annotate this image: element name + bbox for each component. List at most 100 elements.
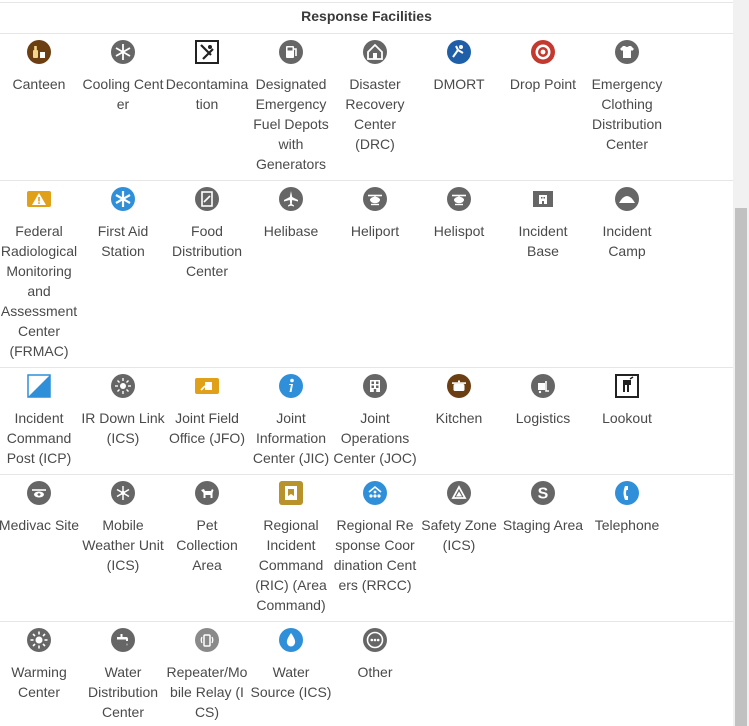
symbol-label: Disaster Recovery Center (DRC) <box>345 76 405 152</box>
symbol-first-aid[interactable]: First Aid Station <box>81 187 165 261</box>
svg-text:S: S <box>538 486 549 503</box>
symbol-label: Other <box>357 664 393 680</box>
symbol-repeater-relay[interactable]: Repeater/Mobile Relay (ICS) <box>165 628 249 722</box>
symbol-label: Canteen <box>12 76 66 92</box>
dmort-icon <box>447 40 471 64</box>
symbol-label: Helibase <box>263 223 319 239</box>
symbol-regional-incident-command[interactable]: Regional Incident Command (RIC) (Area Co… <box>249 481 333 615</box>
telephone-icon <box>615 481 639 505</box>
symbol-pet-collection[interactable]: Pet Collection Area <box>165 481 249 575</box>
lookout-icon <box>615 374 639 398</box>
symbol-label: Cooling Center <box>82 76 164 112</box>
response-facilities-panel: Response Facilities Canteen Cooling Cent… <box>0 0 733 726</box>
top-divider <box>0 2 733 3</box>
faucet-icon <box>111 628 135 652</box>
symbol-joc[interactable]: Joint Operations Center (JOC) <box>333 374 417 468</box>
symbol-label: Joint Field Office (JFO) <box>169 410 245 446</box>
warming-icon <box>27 628 51 652</box>
row-divider <box>0 621 733 622</box>
symbol-kitchen[interactable]: Kitchen <box>417 374 501 428</box>
symbol-logistics[interactable]: Logistics <box>501 374 585 428</box>
symbol-label: IR Down Link (ICS) <box>81 410 165 446</box>
symbol-label: Safety Zone (ICS) <box>421 517 497 553</box>
symbol-label: Warming Center <box>11 664 67 700</box>
symbol-label: Kitchen <box>435 410 483 426</box>
info-icon <box>279 374 303 398</box>
regional-command-icon <box>279 481 303 505</box>
symbol-dmort[interactable]: DMORT <box>417 40 501 94</box>
symbol-telephone[interactable]: Telephone <box>585 481 669 535</box>
title-divider <box>0 33 733 34</box>
symbol-incident-camp[interactable]: Incident Camp <box>585 187 669 261</box>
target-icon <box>531 40 555 64</box>
symbol-label: Emergency Clothing Distribution Center <box>591 76 663 152</box>
fuel-icon <box>279 40 303 64</box>
symbol-heliport[interactable]: Heliport <box>333 187 417 241</box>
warning-icon <box>27 187 51 211</box>
symbol-label: Heliport <box>350 223 400 239</box>
symbol-label: Federal Radiological Monitoring and Asse… <box>0 223 78 359</box>
helicopter-icon <box>363 187 387 211</box>
symbol-label: First Aid Station <box>97 223 149 259</box>
symbol-water-source[interactable]: Water Source (ICS) <box>249 628 333 702</box>
symbol-other[interactable]: Other <box>333 628 417 682</box>
house-icon <box>363 40 387 64</box>
snowflake-icon <box>111 40 135 64</box>
symbol-water-distribution[interactable]: Water Distribution Center <box>81 628 165 722</box>
symbol-incident-base[interactable]: Incident Base <box>501 187 585 261</box>
symbol-icp[interactable]: Incident Command Post (ICP) <box>0 374 81 468</box>
symbol-medivac-site[interactable]: Medivac Site <box>0 481 81 535</box>
grid-icon <box>363 374 387 398</box>
symbol-lookout[interactable]: Lookout <box>585 374 669 428</box>
symbol-ir-down-link[interactable]: IR Down Link (ICS) <box>81 374 165 448</box>
other-icon <box>363 628 387 652</box>
medivac-icon <box>27 481 51 505</box>
symbol-safety-zone[interactable]: Safety Zone (ICS) <box>417 481 501 555</box>
command-post-icon <box>27 374 51 398</box>
symbol-cooling-center[interactable]: Cooling Center <box>81 40 165 114</box>
symbol-warming-center[interactable]: Warming Center <box>0 628 81 702</box>
symbol-helispot[interactable]: Helispot <box>417 187 501 241</box>
symbol-jic[interactable]: Joint Information Center (JIC) <box>249 374 333 468</box>
symbol-label: Incident Base <box>518 223 568 259</box>
symbol-decontamination[interactable]: Decontamination <box>165 40 249 114</box>
symbol-frmac[interactable]: Federal Radiological Monitoring and Asse… <box>0 187 81 361</box>
symbol-staging-area[interactable]: S Staging Area <box>501 481 585 535</box>
coordination-icon <box>363 481 387 505</box>
water-drop-icon <box>279 628 303 652</box>
symbol-label: Repeater/Mobile Relay (ICS) <box>166 664 248 720</box>
symbol-label: Pet Collection Area <box>176 517 238 573</box>
first-aid-icon <box>111 187 135 211</box>
staging-icon: S <box>531 481 555 505</box>
shirt-icon <box>615 40 639 64</box>
decontamination-icon <box>195 40 219 64</box>
symbol-label: Food Distribution Center <box>171 223 243 279</box>
symbol-canteen[interactable]: Canteen <box>0 40 81 94</box>
symbol-food-distribution[interactable]: Food Distribution Center <box>165 187 249 281</box>
row-divider <box>0 180 733 181</box>
symbol-jfo[interactable]: Joint Field Office (JFO) <box>165 374 249 448</box>
safety-zone-icon <box>447 481 471 505</box>
symbol-rrcc[interactable]: Regional Response Coordination Centers (… <box>333 481 417 595</box>
symbol-mobile-weather-unit[interactable]: Mobile Weather Unit (ICS) <box>81 481 165 575</box>
scrollbar-thumb[interactable] <box>735 208 747 726</box>
weather-icon <box>111 481 135 505</box>
symbol-fuel-depots[interactable]: Designated Emergency Fuel Depots with Ge… <box>249 40 333 174</box>
symbol-drc[interactable]: Disaster Recovery Center (DRC) <box>333 40 417 154</box>
symbol-label: Drop Point <box>509 76 577 92</box>
symbol-label: Incident Command Post (ICP) <box>6 410 72 466</box>
symbol-label: Medivac Site <box>0 517 80 533</box>
symbol-label: DMORT <box>433 76 485 92</box>
airplane-icon <box>279 187 303 211</box>
symbol-label: Helispot <box>433 223 485 239</box>
office-icon <box>195 374 219 398</box>
symbol-helibase[interactable]: Helibase <box>249 187 333 241</box>
symbol-label: Designated Emergency Fuel Depots with Ge… <box>253 76 329 172</box>
symbol-label: Regional Response Coordination Centers (… <box>333 517 417 593</box>
symbol-label: Lookout <box>602 410 652 426</box>
symbol-clothing-distribution[interactable]: Emergency Clothing Distribution Center <box>585 40 669 154</box>
symbol-drop-point[interactable]: Drop Point <box>501 40 585 94</box>
food-icon <box>195 187 219 211</box>
symbol-label: Staging Area <box>502 517 584 533</box>
row-divider <box>0 367 733 368</box>
